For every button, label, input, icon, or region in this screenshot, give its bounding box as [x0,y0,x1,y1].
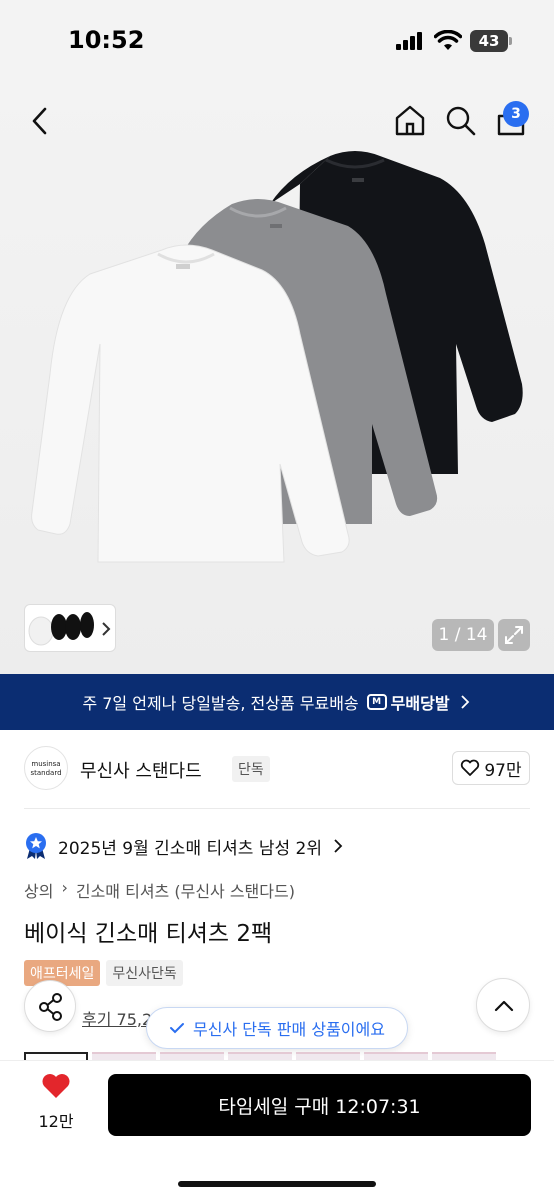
product-like-button[interactable]: 12만 [30,1072,82,1132]
brand-like-button[interactable]: 97만 [452,751,530,785]
exclusive-badge: 무신사단독 [106,960,183,986]
brand-logo-line1: musinsa [31,760,61,768]
divider [24,808,530,809]
breadcrumb: 상의 › 긴소매 티셔츠 (무신사 스탠다드) [24,878,295,902]
battery-indicator: 43 [470,30,508,52]
wifi-icon [434,30,462,50]
option-swatch[interactable] [92,1052,156,1060]
option-swatch[interactable] [432,1052,496,1060]
color-thumbnail-selector[interactable] [24,604,116,652]
share-button[interactable] [24,980,76,1032]
thumbnail-image [28,612,111,646]
free-shipping-logo: M 무배당발 [366,690,450,714]
breadcrumb-item[interactable]: 상의 [24,878,53,902]
scroll-top-button[interactable] [476,978,530,1032]
brand-name[interactable]: 무신사 스탠다드 [80,757,202,783]
chevron-right-icon [460,695,469,709]
ranking-row[interactable]: 2025년 9월 긴소매 티셔츠 남성 2위 [24,832,344,860]
image-counter: 1 / 14 [432,619,494,651]
chevron-up-icon [494,1000,514,1012]
battery-nub [509,37,512,45]
status-bar: 10:52 43 [0,0,554,84]
option-swatch-strip[interactable] [24,1052,554,1060]
buy-button[interactable]: 타임세일 구매 12:07:31 [108,1074,531,1136]
shipping-logo-icon: M [366,694,387,710]
ranking-badge-icon [26,833,46,859]
expand-icon [505,626,523,644]
product-image [31,151,523,563]
home-indicator [178,1181,376,1187]
product-title: 베이식 긴소매 티셔츠 2팩 [24,921,273,947]
heart-icon [42,1074,70,1098]
exclusive-toast: 무신사 단독 판매 상품이에요 [146,1007,408,1049]
review-link[interactable]: 후기 75,2 [82,1006,152,1030]
shipping-banner-text: 주 7일 언제나 당일발송, 전상품 무료배송 [82,694,359,713]
option-swatch[interactable] [24,1052,88,1060]
toast-text: 무신사 단독 판매 상품이에요 [193,1020,385,1039]
option-swatch[interactable] [228,1052,292,1060]
option-swatch[interactable] [296,1052,360,1060]
chevron-right-icon [334,839,343,853]
brand-logo-line2: standard [30,769,62,777]
home-icon[interactable] [393,103,427,137]
shipping-banner[interactable]: 주 7일 언제나 당일발송, 전상품 무료배송 M 무배당발 [0,674,554,730]
brand-logo[interactable]: musinsa standard [24,746,68,790]
search-icon[interactable] [444,104,478,138]
signal-icon [396,32,426,50]
expand-button[interactable] [498,619,530,651]
heart-outline-icon [461,759,480,776]
breadcrumb-item[interactable]: 긴소매 티셔츠 (무신사 스탠다드) [76,878,295,902]
brand-like-count: 97만 [484,760,522,781]
back-icon[interactable] [28,106,52,136]
option-swatch[interactable] [160,1052,224,1060]
breadcrumb-separator: › [61,878,68,897]
option-swatch[interactable] [364,1052,428,1060]
cart-count-badge: 3 [503,101,529,127]
status-time: 10:52 [68,26,145,54]
product-image-gallery[interactable] [0,84,554,674]
ranking-text: 2025년 9월 긴소매 티셔츠 남성 2위 [58,838,322,859]
brand-row[interactable]: musinsa standard 무신사 스탠다드 단독 97만 [24,746,530,794]
share-icon [39,993,62,1021]
shipping-logo-text: 무배당발 [390,694,450,713]
brand-exclusive-tag: 단독 [232,756,270,782]
check-icon [170,1023,185,1034]
product-like-count: 12만 [38,1112,74,1131]
